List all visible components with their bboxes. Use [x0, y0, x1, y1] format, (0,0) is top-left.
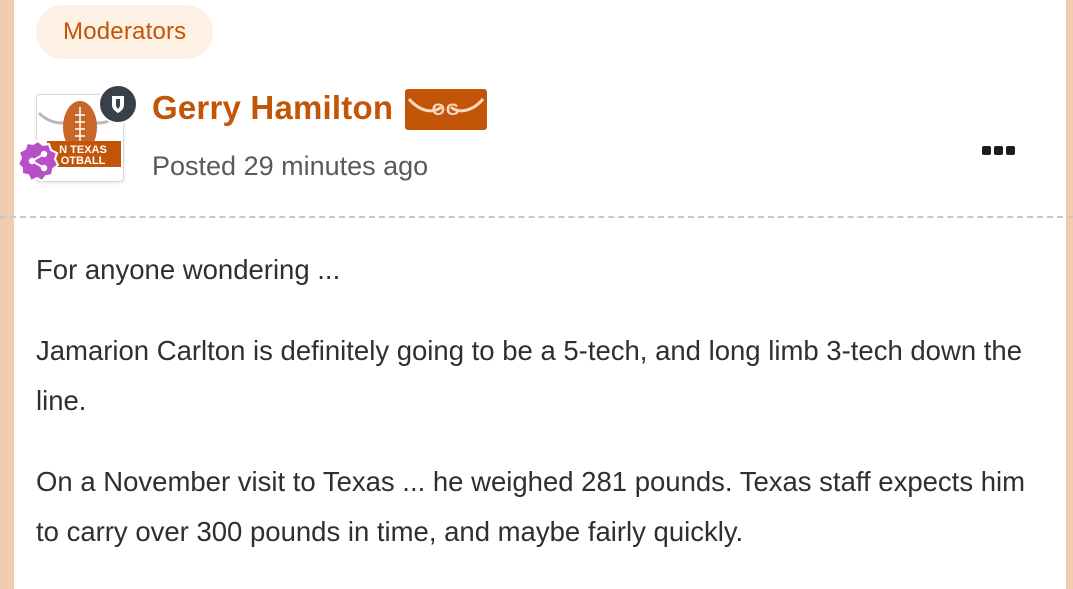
more-options-button[interactable] — [976, 138, 1022, 164]
posted-label: Posted — [152, 151, 237, 181]
moderator-badge — [98, 84, 138, 124]
post-card: Moderators N TEXAS OTBALL Gerry Hamilton… — [0, 0, 1073, 589]
post-content: For anyone wondering ... Jamarion Carlto… — [36, 245, 1041, 588]
header-divider — [0, 216, 1073, 218]
ellipsis-icon — [982, 146, 1015, 155]
moderators-group-tag[interactable]: Moderators — [36, 5, 214, 59]
og-rank-badge: OG — [405, 89, 487, 130]
post-paragraph: For anyone wondering ... — [36, 254, 341, 285]
achievement-badge — [16, 139, 60, 183]
author-name[interactable]: Gerry Hamilton — [152, 84, 393, 132]
post-timestamp[interactable]: Posted 29 minutes ago — [152, 146, 428, 186]
post-paragraph: On a November visit to Texas ... he weig… — [36, 466, 1026, 547]
shield-icon — [112, 96, 124, 113]
og-badge-text: OG — [431, 100, 461, 119]
avatar-text-line2: OTBALL — [61, 155, 106, 167]
posted-time: 29 minutes ago — [243, 151, 429, 181]
post-paragraph: Jamarion Carlton is definitely going to … — [36, 335, 1022, 416]
share-icon — [16, 139, 60, 183]
